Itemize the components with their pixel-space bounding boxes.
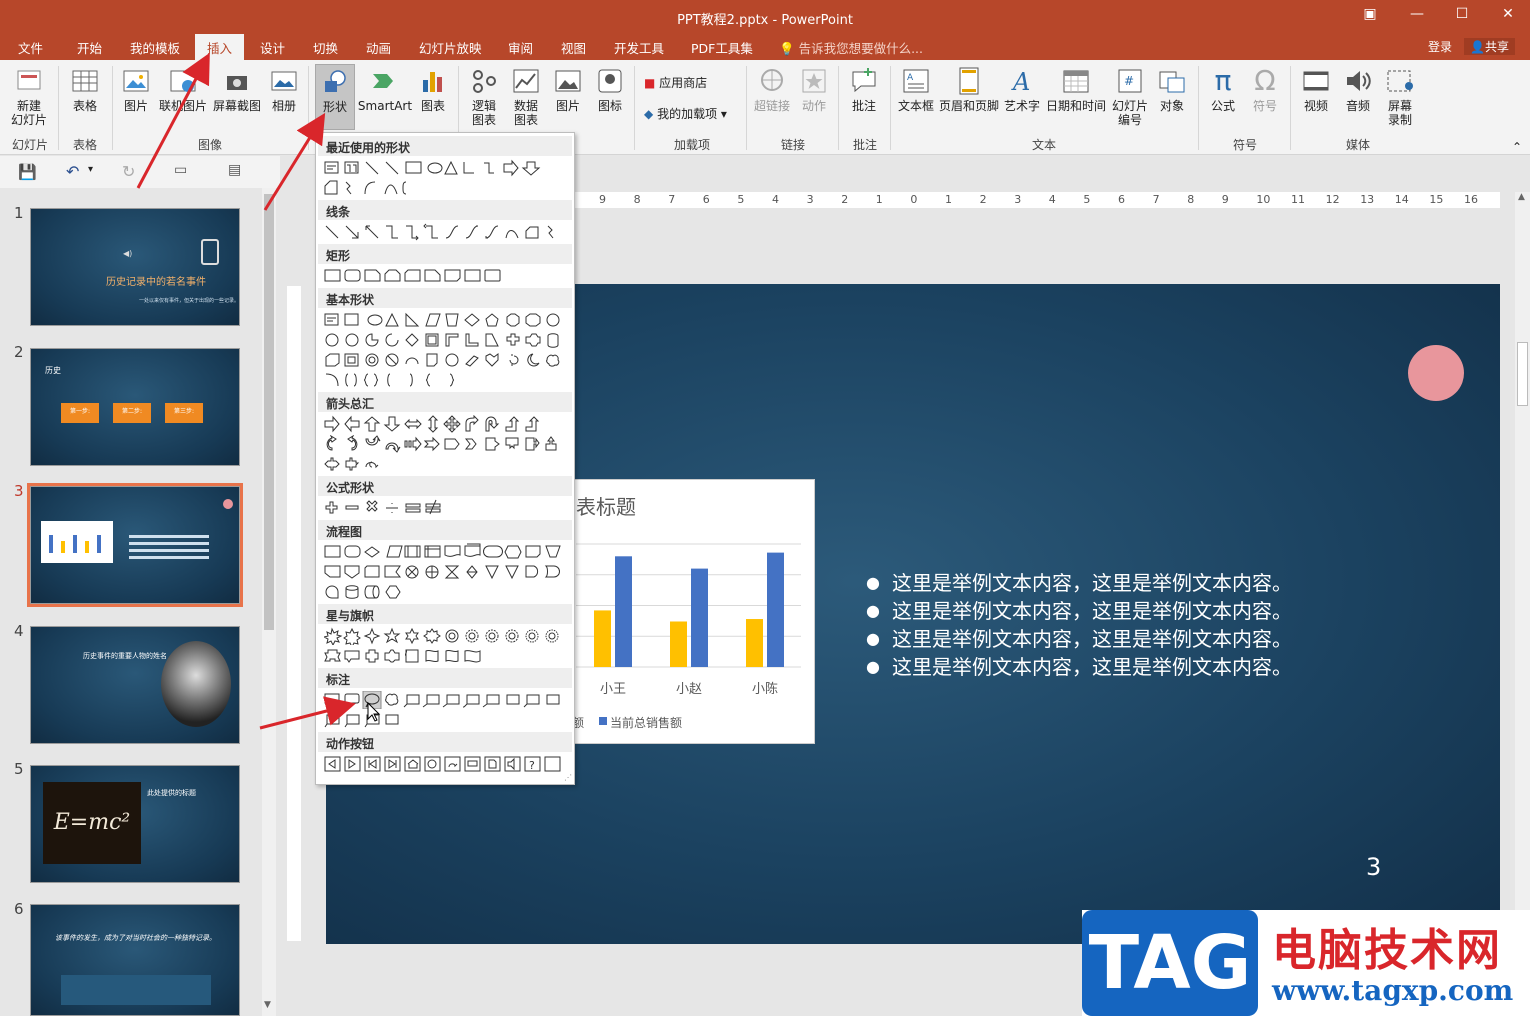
annotation-arrow [136, 52, 210, 189]
annotation-overlay [136, 52, 381, 730]
annotation-arrow [259, 696, 356, 730]
watermark-url: www.tagxp.com [1272, 974, 1514, 1007]
watermark: TAG 电脑技术网 www.tagxp.com [1082, 910, 1530, 1016]
watermark-tag-logo: TAG [1082, 910, 1258, 1016]
watermark-site-name: 电脑技术网 [1272, 925, 1502, 976]
annotation-arrow [263, 112, 326, 211]
mouse-cursor-icon [367, 701, 381, 722]
